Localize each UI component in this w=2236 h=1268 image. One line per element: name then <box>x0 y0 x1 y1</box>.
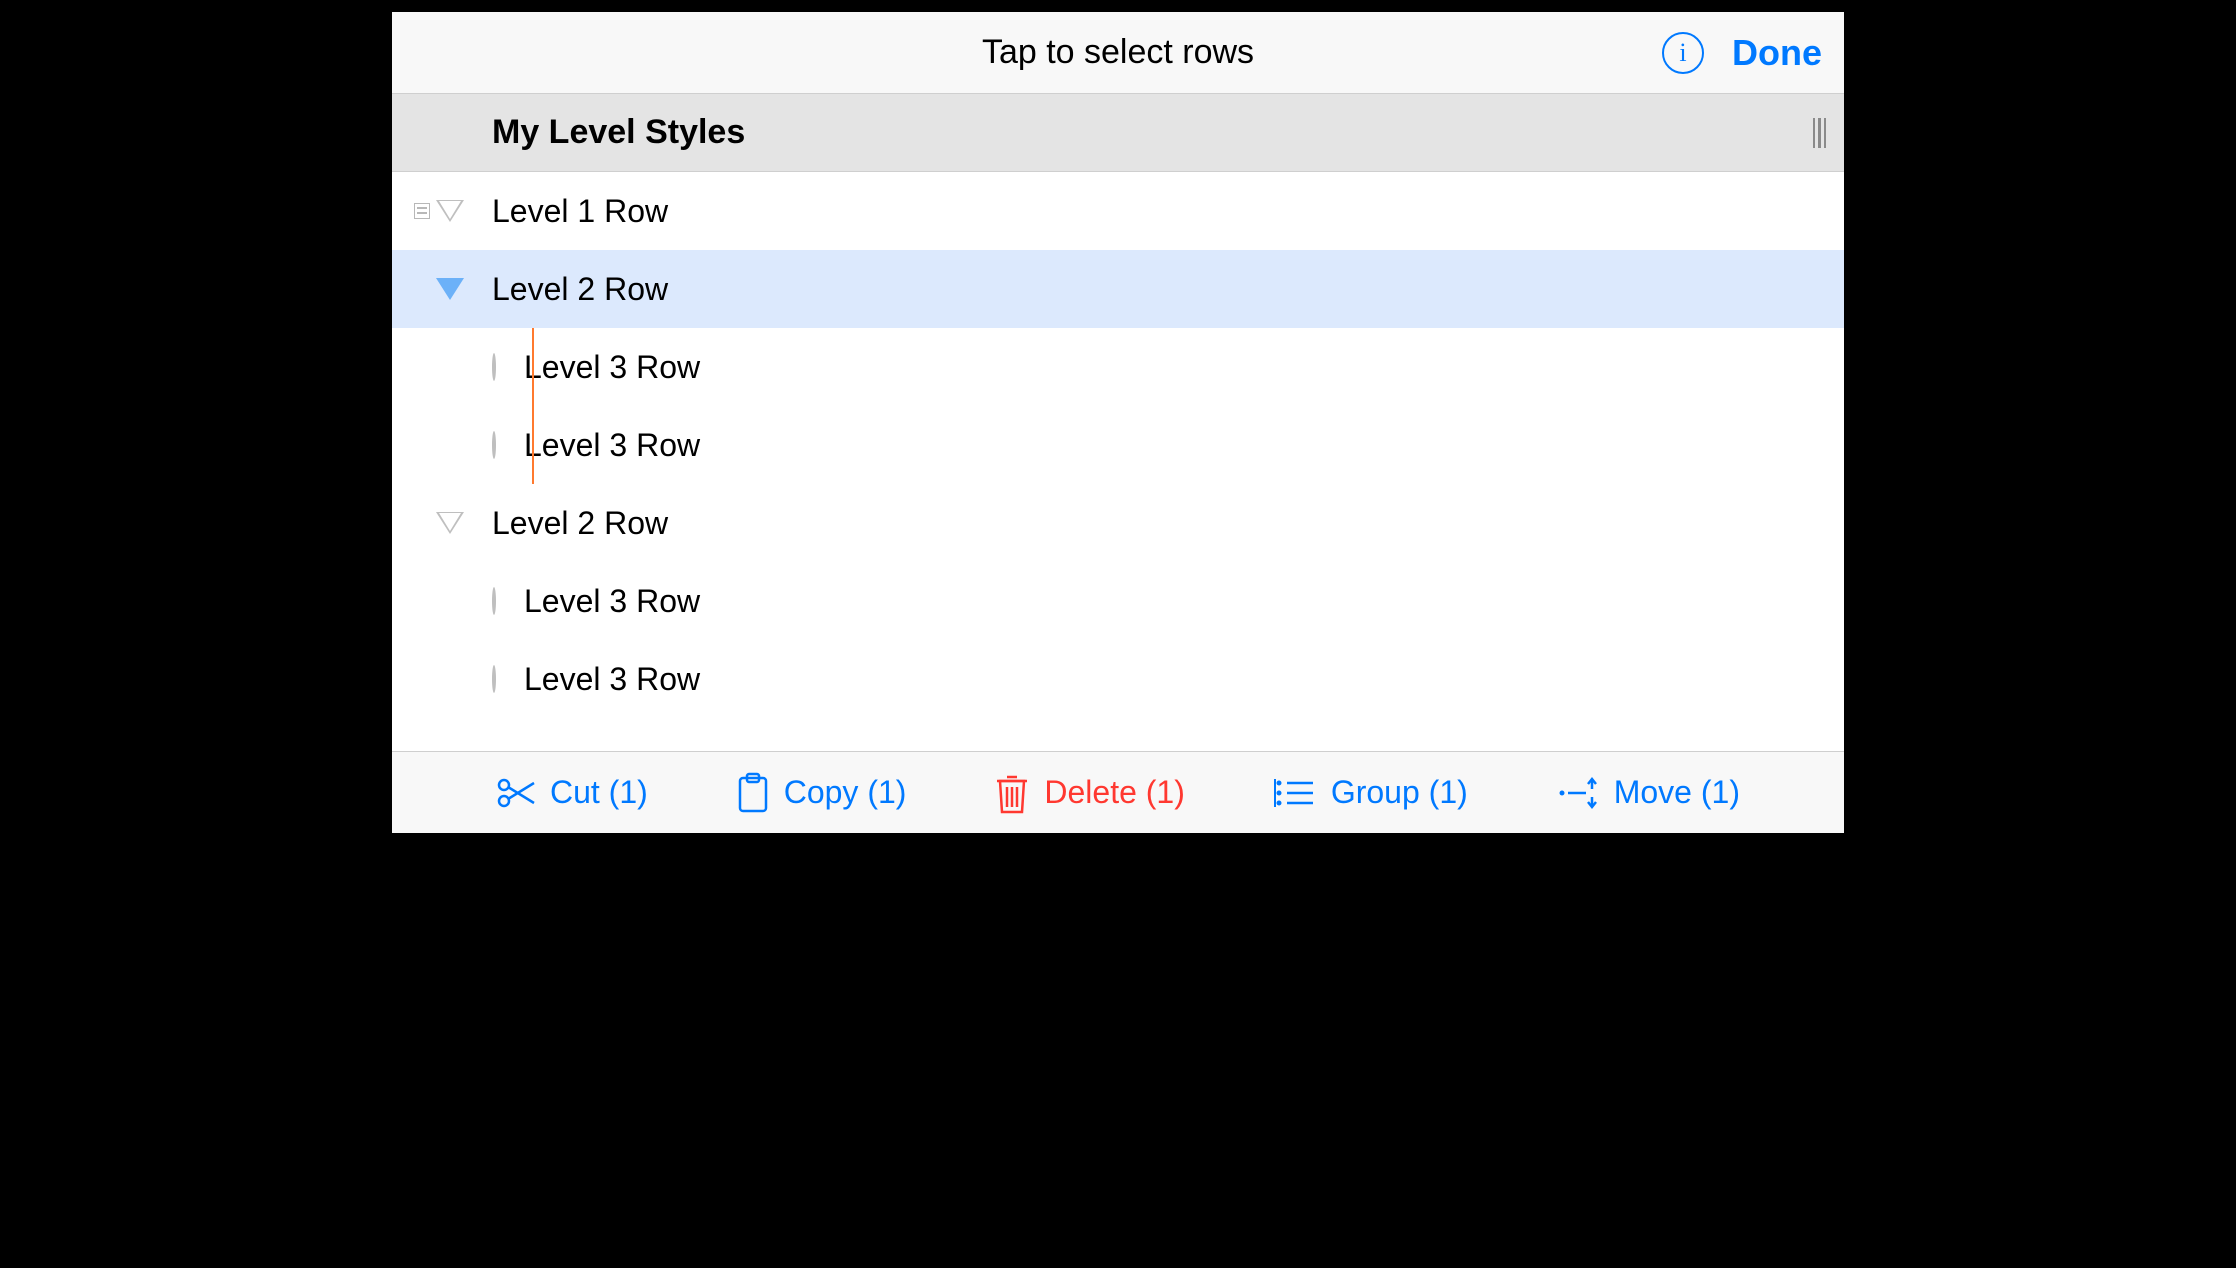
row-label: Level 2 Row <box>492 505 668 542</box>
bullet-icon[interactable] <box>492 665 496 693</box>
clipboard-icon <box>736 772 770 814</box>
outline-row[interactable]: Level 3 Row <box>392 562 1844 640</box>
group-button[interactable]: Group (1) <box>1273 774 1468 811</box>
cut-label: Cut (1) <box>550 774 648 811</box>
cut-button[interactable]: Cut (1) <box>496 774 648 811</box>
delete-button[interactable]: Delete (1) <box>994 771 1185 815</box>
row-label: Level 3 Row <box>524 661 700 698</box>
outline-row[interactable]: Level 2 Row <box>392 484 1844 562</box>
row-label: Level 1 Row <box>492 193 668 230</box>
row-handle[interactable] <box>392 512 492 534</box>
bullet-icon[interactable] <box>492 353 496 381</box>
info-icon[interactable]: i <box>1662 32 1704 74</box>
row-handle[interactable] <box>392 353 524 381</box>
delete-label: Delete (1) <box>1044 774 1185 811</box>
outline-row[interactable]: Level 1 Row <box>392 172 1844 250</box>
topbar-right: i Done <box>1662 32 1822 74</box>
row-handle[interactable] <box>392 200 492 222</box>
group-icon <box>1273 775 1317 811</box>
move-icon <box>1556 775 1600 811</box>
outline-row[interactable]: Level 3 Row <box>392 328 1844 406</box>
outline-row[interactable]: Level 3 Row <box>392 640 1844 718</box>
row-label: Level 3 Row <box>524 349 700 386</box>
outline-row[interactable]: Level 2 Row <box>392 250 1844 328</box>
outline-row[interactable]: Level 3 Row <box>392 406 1844 484</box>
drag-handle-icon[interactable] <box>1813 118 1827 148</box>
copy-label: Copy (1) <box>784 774 907 811</box>
bullet-icon[interactable] <box>492 431 496 459</box>
bullet-icon[interactable] <box>492 587 496 615</box>
app-window: Tap to select rows i Done My Level Style… <box>380 0 1856 845</box>
move-button[interactable]: Move (1) <box>1556 774 1740 811</box>
insertion-cursor <box>532 328 534 406</box>
section-header: My Level Styles <box>392 94 1844 172</box>
disclosure-triangle-icon[interactable] <box>436 278 464 300</box>
trash-icon <box>994 771 1030 815</box>
scissors-icon <box>496 776 536 810</box>
row-handle[interactable] <box>392 665 524 693</box>
row-handle[interactable] <box>392 431 524 459</box>
bottom-toolbar: Cut (1) Copy (1) <box>392 751 1844 833</box>
outline-content[interactable]: Level 1 Row Level 2 Row Level 3 Row Leve… <box>392 172 1844 751</box>
done-button[interactable]: Done <box>1732 32 1822 74</box>
note-icon <box>414 203 430 219</box>
row-handle[interactable] <box>392 278 492 300</box>
disclosure-triangle-icon[interactable] <box>436 512 464 534</box>
row-handle[interactable] <box>392 587 524 615</box>
row-label: Level 2 Row <box>492 271 668 308</box>
section-title: My Level Styles <box>492 113 745 152</box>
topbar-title: Tap to select rows <box>392 33 1844 72</box>
group-label: Group (1) <box>1331 774 1468 811</box>
row-label: Level 3 Row <box>524 583 700 620</box>
insertion-cursor <box>532 406 534 484</box>
move-label: Move (1) <box>1614 774 1740 811</box>
disclosure-triangle-icon[interactable] <box>436 200 464 222</box>
row-label: Level 3 Row <box>524 427 700 464</box>
copy-button[interactable]: Copy (1) <box>736 772 907 814</box>
top-bar: Tap to select rows i Done <box>392 12 1844 94</box>
